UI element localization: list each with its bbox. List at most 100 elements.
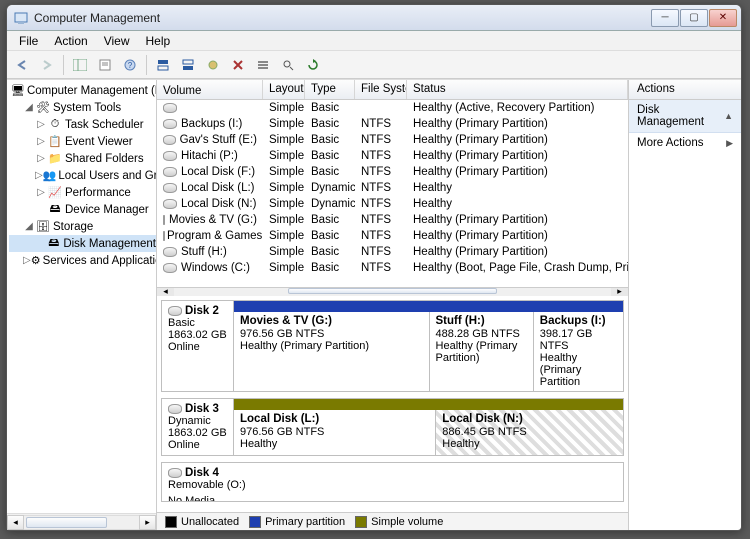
volume-layout: Simple	[263, 198, 305, 210]
collapse-icon[interactable]: ◢	[23, 102, 35, 113]
expand-icon[interactable]: ▷	[35, 119, 47, 130]
diskmgmt-icon: 🖴	[46, 236, 61, 252]
menu-file[interactable]: File	[11, 32, 46, 50]
scroll-track[interactable]	[24, 515, 139, 530]
view-bottom-button[interactable]	[177, 54, 199, 76]
disk-type: Basic	[168, 317, 227, 329]
device-icon: 🖴	[47, 202, 63, 218]
menu-help[interactable]: Help	[138, 32, 179, 50]
settings-button[interactable]	[202, 54, 224, 76]
table-row[interactable]: Windows (C:)SimpleBasicNTFSHealthy (Boot…	[157, 260, 628, 276]
partition-status: Healthy	[240, 438, 429, 450]
table-row[interactable]: Local Disk (L:)SimpleDynamicNTFSHealthy	[157, 180, 628, 196]
disk-type: Dynamic	[168, 415, 227, 427]
action-list-button[interactable]	[252, 54, 274, 76]
view-top-button[interactable]	[152, 54, 174, 76]
computer-icon: 🖥	[11, 83, 25, 99]
maximize-button[interactable]: ▢	[680, 9, 708, 27]
partition-name: Stuff (H:)	[436, 315, 527, 327]
col-fs[interactable]: File System	[355, 80, 407, 99]
nav-tree: 🖥Computer Management (Local ◢🛠System Too…	[7, 80, 157, 530]
disk-state: Online	[168, 439, 227, 451]
table-row[interactable]: Movies & TV (G:)SimpleBasicNTFSHealthy (…	[157, 212, 628, 228]
nav-forward-button[interactable]	[36, 54, 58, 76]
clock-icon: ⏱	[47, 117, 63, 133]
volume-type: Basic	[305, 118, 355, 130]
table-row[interactable]: Program & Games (D:)SimpleBasicNTFSHealt…	[157, 228, 628, 244]
tree-device-manager[interactable]: 🖴Device Manager	[9, 201, 156, 218]
partition[interactable]: Local Disk (N:) 886.45 GB NTFS Healthy	[435, 410, 623, 455]
volume-fs: NTFS	[355, 118, 407, 130]
tree-services[interactable]: ▷⚙Services and Applications	[9, 252, 156, 269]
disk-size: 1863.02 GB	[168, 329, 227, 341]
tree-root[interactable]: 🖥Computer Management (Local	[9, 82, 156, 99]
volume-icon	[163, 215, 165, 225]
tree-performance[interactable]: ▷📈Performance	[9, 184, 156, 201]
scroll-right-button[interactable]: ▸	[139, 515, 156, 530]
volume-name: Windows (C:)	[181, 262, 250, 274]
volume-layout: Simple	[263, 230, 305, 242]
menu-view[interactable]: View	[96, 32, 138, 50]
legend: Unallocated Primary partition Simple vol…	[157, 512, 628, 530]
tree-hscrollbar[interactable]: ◂ ▸	[7, 513, 156, 530]
services-icon: ⚙	[31, 253, 41, 269]
tree-disk-management[interactable]: 🖴Disk Management	[9, 235, 156, 252]
actions-more[interactable]: More Actions ▶	[629, 133, 741, 153]
tree-event-viewer[interactable]: ▷📋Event Viewer	[9, 133, 156, 150]
col-type[interactable]: Type	[305, 80, 355, 99]
expand-icon[interactable]: ▷	[35, 136, 47, 147]
partition[interactable]: Backups (I:) 398.17 GB NTFS Healthy (Pri…	[533, 312, 623, 391]
volume-fs: NTFS	[355, 262, 407, 274]
table-row[interactable]: Local Disk (F:)SimpleBasicNTFSHealthy (P…	[157, 164, 628, 180]
close-button[interactable]: ✕	[709, 9, 737, 27]
show-tree-button[interactable]	[69, 54, 91, 76]
tree-local-users[interactable]: ▷👥Local Users and Groups	[9, 167, 156, 184]
partition[interactable]: Local Disk (L:) 976.56 GB NTFS Healthy	[234, 410, 435, 455]
disk-2[interactable]: Disk 2 Basic 1863.02 GB Online Movies & …	[161, 300, 624, 392]
help-button[interactable]: ?	[119, 54, 141, 76]
expand-icon[interactable]: ▷	[35, 153, 47, 164]
collapse-icon[interactable]: ◢	[23, 221, 35, 232]
tree-task-scheduler[interactable]: ▷⏱Task Scheduler	[9, 116, 156, 133]
volume-status: Healthy (Primary Partition)	[407, 150, 628, 162]
scroll-thumb[interactable]	[26, 517, 107, 528]
col-layout[interactable]: Layout	[263, 80, 305, 99]
table-row[interactable]: Local Disk (N:)SimpleDynamicNTFSHealthy	[157, 196, 628, 212]
minimize-button[interactable]: ─	[651, 9, 679, 27]
scroll-left-button[interactable]: ◂	[157, 288, 174, 296]
refresh-button[interactable]	[302, 54, 324, 76]
delete-button[interactable]	[227, 54, 249, 76]
disk-3[interactable]: Disk 3 Dynamic 1863.02 GB Online Local D…	[161, 398, 624, 456]
partition[interactable]: Stuff (H:) 488.28 GB NTFS Healthy (Prima…	[429, 312, 533, 391]
find-button[interactable]	[277, 54, 299, 76]
table-row[interactable]: SimpleBasicHealthy (Active, Recovery Par…	[157, 100, 628, 116]
table-row[interactable]: Backups (I:)SimpleBasicNTFSHealthy (Prim…	[157, 116, 628, 132]
scroll-right-button[interactable]: ▸	[611, 288, 628, 296]
col-volume[interactable]: Volume	[157, 80, 263, 99]
titlebar[interactable]: Computer Management ─ ▢ ✕	[7, 5, 741, 31]
properties-button[interactable]	[94, 54, 116, 76]
tree-shared-folders[interactable]: ▷📁Shared Folders	[9, 150, 156, 167]
menu-action[interactable]: Action	[46, 32, 95, 50]
volume-status: Healthy	[407, 198, 628, 210]
table-row[interactable]: Hitachi (P:)SimpleBasicNTFSHealthy (Prim…	[157, 148, 628, 164]
expand-icon[interactable]: ▷	[23, 255, 31, 266]
scroll-track[interactable]	[174, 288, 611, 296]
tree-system-tools[interactable]: ◢🛠System Tools	[9, 99, 156, 116]
color-stripe	[234, 399, 623, 410]
scroll-left-button[interactable]: ◂	[7, 515, 24, 530]
table-row[interactable]: Stuff (H:)SimpleBasicNTFSHealthy (Primar…	[157, 244, 628, 260]
col-status[interactable]: Status	[407, 80, 628, 99]
tree-storage[interactable]: ◢🗄Storage	[9, 218, 156, 235]
expand-icon[interactable]: ▷	[35, 170, 43, 181]
actions-category[interactable]: Disk Management ▲	[629, 100, 741, 133]
volume-type: Basic	[305, 102, 355, 114]
partition-name: Backups (I:)	[540, 315, 617, 327]
splitter-hscroll[interactable]: ◂ ▸	[157, 288, 628, 296]
partition[interactable]: Movies & TV (G:) 976.56 GB NTFS Healthy …	[234, 312, 429, 391]
scroll-thumb[interactable]	[288, 288, 498, 294]
disk-4[interactable]: Disk 4 Removable (O:) No Media	[161, 462, 624, 502]
table-row[interactable]: Gav's Stuff (E:)SimpleBasicNTFSHealthy (…	[157, 132, 628, 148]
nav-back-button[interactable]	[11, 54, 33, 76]
expand-icon[interactable]: ▷	[35, 187, 47, 198]
